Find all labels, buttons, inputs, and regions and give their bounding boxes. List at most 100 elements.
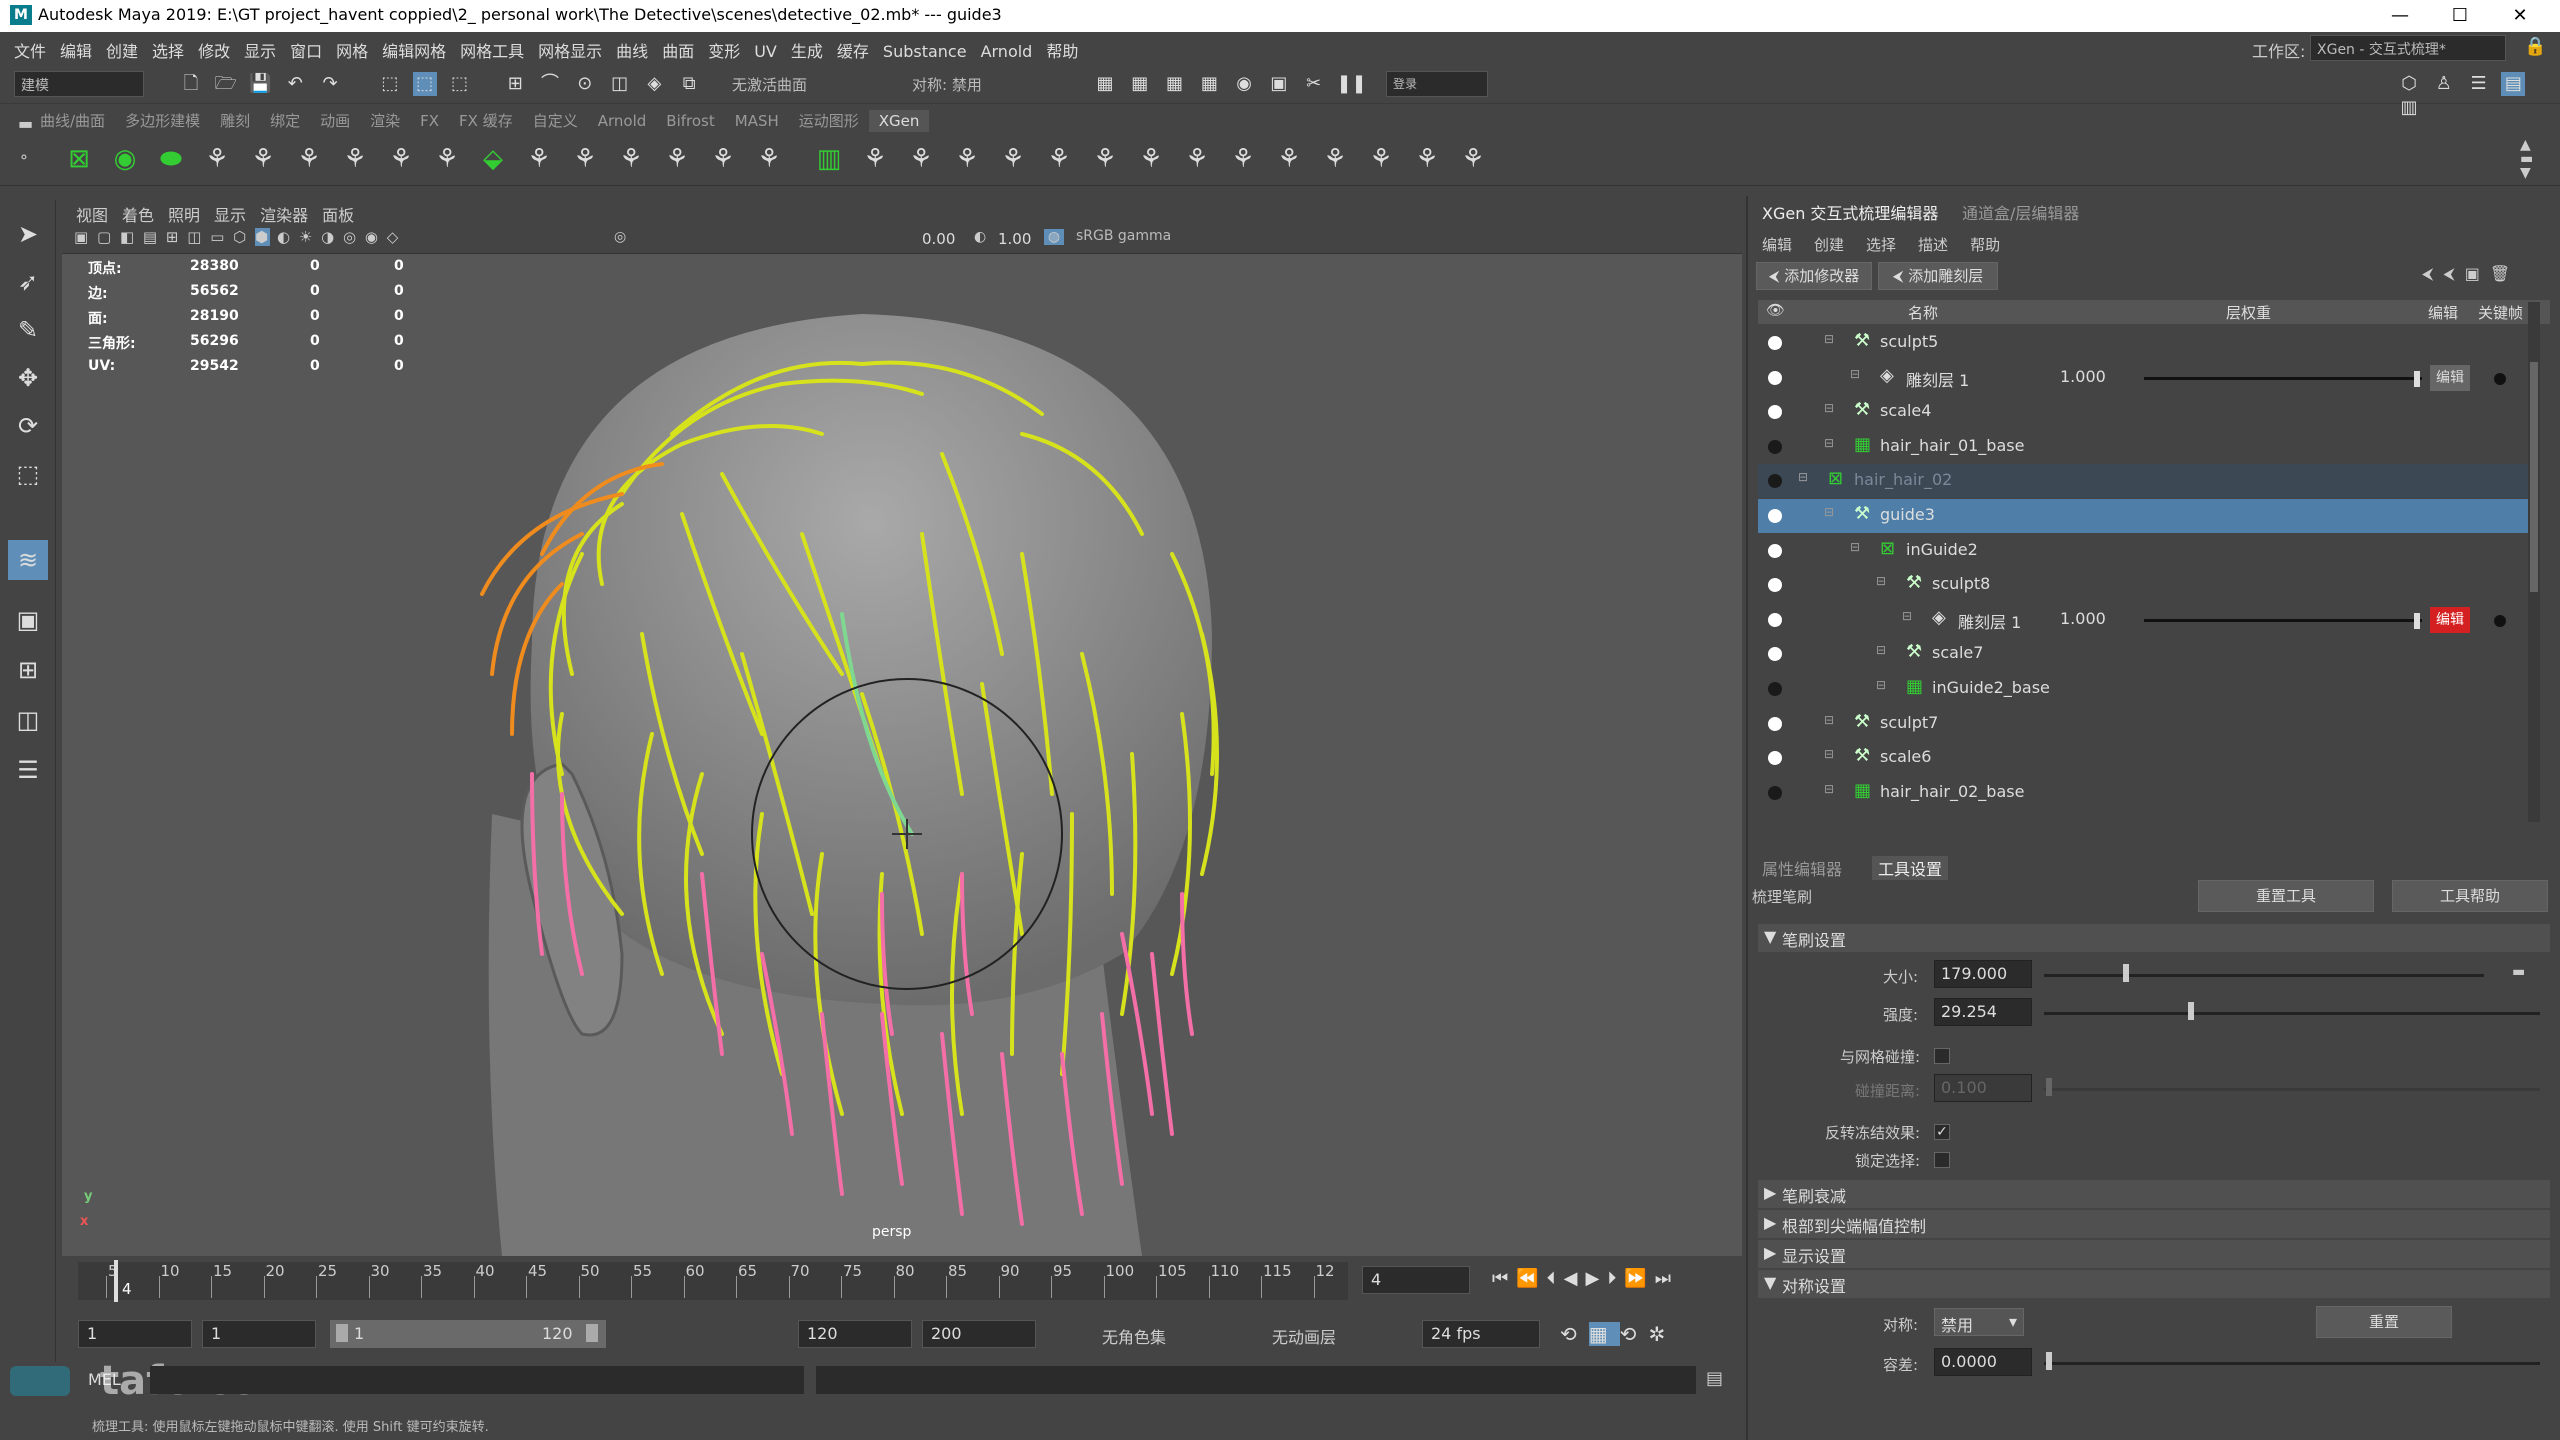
visibility-toggle-icon[interactable] (1768, 716, 1782, 731)
slider-range-icon[interactable]: ▬ (2512, 964, 2525, 980)
isolate-icon[interactable]: ◉ (365, 228, 380, 246)
minimize-icon[interactable]: — (2380, 2, 2420, 30)
modeling-toolkit-icon[interactable]: ⬡ (2397, 72, 2421, 96)
xgen-editor-icon[interactable]: ⊠ (58, 138, 100, 180)
tool-settings-toggle-icon[interactable]: ▤ (2501, 72, 2526, 96)
play-forward-icon[interactable]: ▶ (1585, 1268, 1607, 1289)
snap-live-icon[interactable]: ⧉ (677, 72, 701, 96)
outliner-layout-icon[interactable]: ☰ (8, 750, 48, 790)
render-settings-icon[interactable]: ▦ (1163, 72, 1187, 96)
snap-view-icon[interactable]: ◫ (608, 72, 632, 96)
brush7-icon[interactable]: ⚘ (1130, 138, 1172, 180)
outliner-row[interactable]: ⊟ ⚒ scale6 (1758, 741, 2528, 775)
layer-weight-slider[interactable] (2144, 618, 2422, 622)
brush10-icon[interactable]: ⚘ (1268, 138, 1310, 180)
viewport-menu-3[interactable]: 显示 (214, 202, 246, 226)
visibility-toggle-icon[interactable] (1768, 336, 1782, 350)
size-slider[interactable] (2044, 974, 2484, 977)
close-icon[interactable]: ✕ (2500, 2, 2540, 30)
step-back-frame-icon[interactable]: ⏴ (1547, 1268, 1564, 1289)
camera-attr-icon[interactable]: ▢ (97, 228, 113, 246)
tree-expand-icon[interactable]: ⊟ (1876, 574, 1886, 588)
add-modifier-button[interactable]: ⮜ 添加修改器 (1756, 262, 1872, 290)
animation-start-field[interactable]: 1 (78, 1320, 192, 1348)
new-folder-icon[interactable]: ▣ (2465, 264, 2490, 283)
range-start-handle[interactable] (336, 1324, 348, 1342)
bookmark-icon[interactable]: ◧ (120, 228, 136, 246)
panel-menu-2[interactable]: 选择 (1866, 236, 1896, 254)
viewport-menu-1[interactable]: 着色 (122, 202, 154, 226)
character-set-dropdown[interactable]: 无角色集 (1102, 1324, 1166, 1348)
loop-icon[interactable]: ⟲ (1560, 1322, 1589, 1346)
groom-editor-icon[interactable]: ▥ (808, 138, 850, 180)
tab-channel-box[interactable]: 通道盒/层编辑器 (1962, 200, 2079, 224)
exposure-value[interactable]: 0.00 (922, 230, 955, 248)
shadows-icon[interactable]: ◑ (321, 228, 336, 246)
menu-10[interactable]: 网格显示 (538, 38, 602, 62)
keyframe-dot-icon[interactable] (2494, 372, 2506, 385)
arnold-render-icon[interactable]: ▣ (1267, 72, 1291, 96)
brush8-icon[interactable]: ⚘ (1176, 138, 1218, 180)
grow-icon[interactable]: ⚘ (288, 138, 330, 180)
symmetry-reset-button[interactable]: 重置 (2316, 1306, 2452, 1338)
resolution-gate-icon[interactable]: ▭ (210, 228, 226, 246)
channel-box-toggle-icon[interactable]: ▥ (2397, 96, 2421, 120)
outliner-row[interactable]: ⊟ ⚒ scale4 (1758, 395, 2528, 429)
tree-expand-icon[interactable]: ⊟ (1824, 436, 1834, 450)
collide-checkbox[interactable] (1934, 1048, 1950, 1064)
menuset-dropdown[interactable]: 建模 (14, 71, 144, 97)
brush-falloff-section[interactable]: ▶ 笔刷衰减 (1758, 1180, 2550, 1208)
viewport-menu-5[interactable]: 面板 (322, 202, 354, 226)
length-icon[interactable]: ⚘ (518, 138, 560, 180)
invert-freeze-checkbox[interactable]: ✓ (1934, 1124, 1950, 1140)
shelf-tab-0[interactable]: 曲线/曲面 (30, 108, 115, 133)
new-scene-icon[interactable]: 🗋 (179, 72, 203, 96)
current-time-marker[interactable] (114, 1260, 118, 1302)
undo-icon[interactable]: ↶ (283, 72, 307, 96)
visibility-toggle-icon[interactable] (1768, 578, 1782, 593)
visibility-toggle-icon[interactable] (1768, 751, 1782, 766)
step-forward-key-icon[interactable]: ⏩ (1624, 1268, 1654, 1289)
shelf-menu-icon[interactable]: ⚬ (18, 150, 30, 166)
play-back-icon[interactable]: ◀ (1564, 1268, 1586, 1289)
move-tool-icon[interactable]: ✥ (8, 358, 48, 398)
tree-expand-icon[interactable]: ⊟ (1850, 367, 1860, 381)
range-end-handle[interactable] (586, 1324, 598, 1342)
lasso-tool-icon[interactable]: ➶ (8, 262, 48, 302)
two-view-icon[interactable]: ◫ (8, 700, 48, 740)
menu-5[interactable]: 显示 (244, 38, 276, 62)
tab-xgen-groom-editor[interactable]: XGen 交互式梳理编辑器 (1762, 200, 1938, 224)
colorspace-toggle-icon[interactable]: ◍ (1044, 229, 1064, 245)
strength-field[interactable]: 29.254 (1934, 998, 2032, 1026)
select-object-icon[interactable]: ⬚ (412, 72, 437, 96)
panel-menu-4[interactable]: 帮助 (1970, 236, 2000, 254)
smooth-icon[interactable]: ⚘ (380, 138, 422, 180)
outliner-row[interactable]: ⊟ ⚒ sculpt7 (1758, 707, 2528, 741)
shelf-tab-12[interactable]: 运动图形 (789, 108, 869, 133)
animation-prefs-icon[interactable]: ✲ (1648, 1322, 1677, 1346)
shelf-tab-9[interactable]: Arnold (588, 110, 657, 132)
brush2-icon[interactable]: ⚘ (900, 138, 942, 180)
visibility-toggle-icon[interactable] (1768, 543, 1782, 558)
menu-13[interactable]: 变形 (708, 38, 740, 62)
tree-expand-icon[interactable]: ⊟ (1876, 643, 1886, 657)
brush13-icon[interactable]: ⚘ (1406, 138, 1448, 180)
animation-end-field[interactable]: 200 (922, 1320, 1036, 1348)
menu-14[interactable]: UV (754, 42, 777, 61)
camera-select-icon[interactable]: ▣ (74, 228, 90, 246)
tree-expand-icon[interactable]: ⊟ (1876, 678, 1886, 692)
layer-weight-slider[interactable] (2144, 376, 2422, 380)
layer-weight-value[interactable]: 1.000 (2060, 609, 2106, 628)
range-slider[interactable]: 1 120 (330, 1320, 606, 1348)
film-gate-icon[interactable]: ◫ (187, 228, 203, 246)
tolerance-slider-handle[interactable] (2046, 1352, 2052, 1370)
menu-19[interactable]: 帮助 (1046, 38, 1078, 62)
attribute-editor-toggle-icon[interactable]: ☰ (2467, 72, 2491, 96)
wireframe-icon[interactable]: ⬡ (233, 228, 248, 246)
playback-start-field[interactable]: 1 (202, 1320, 316, 1348)
save-scene-icon[interactable]: 💾 (249, 72, 273, 96)
tree-expand-icon[interactable]: ⊟ (1824, 713, 1834, 727)
panel-menu-0[interactable]: 编辑 (1762, 236, 1792, 254)
visibility-toggle-icon[interactable] (1768, 439, 1782, 454)
xgen-comb-tool-icon[interactable]: ≋ (8, 540, 48, 580)
